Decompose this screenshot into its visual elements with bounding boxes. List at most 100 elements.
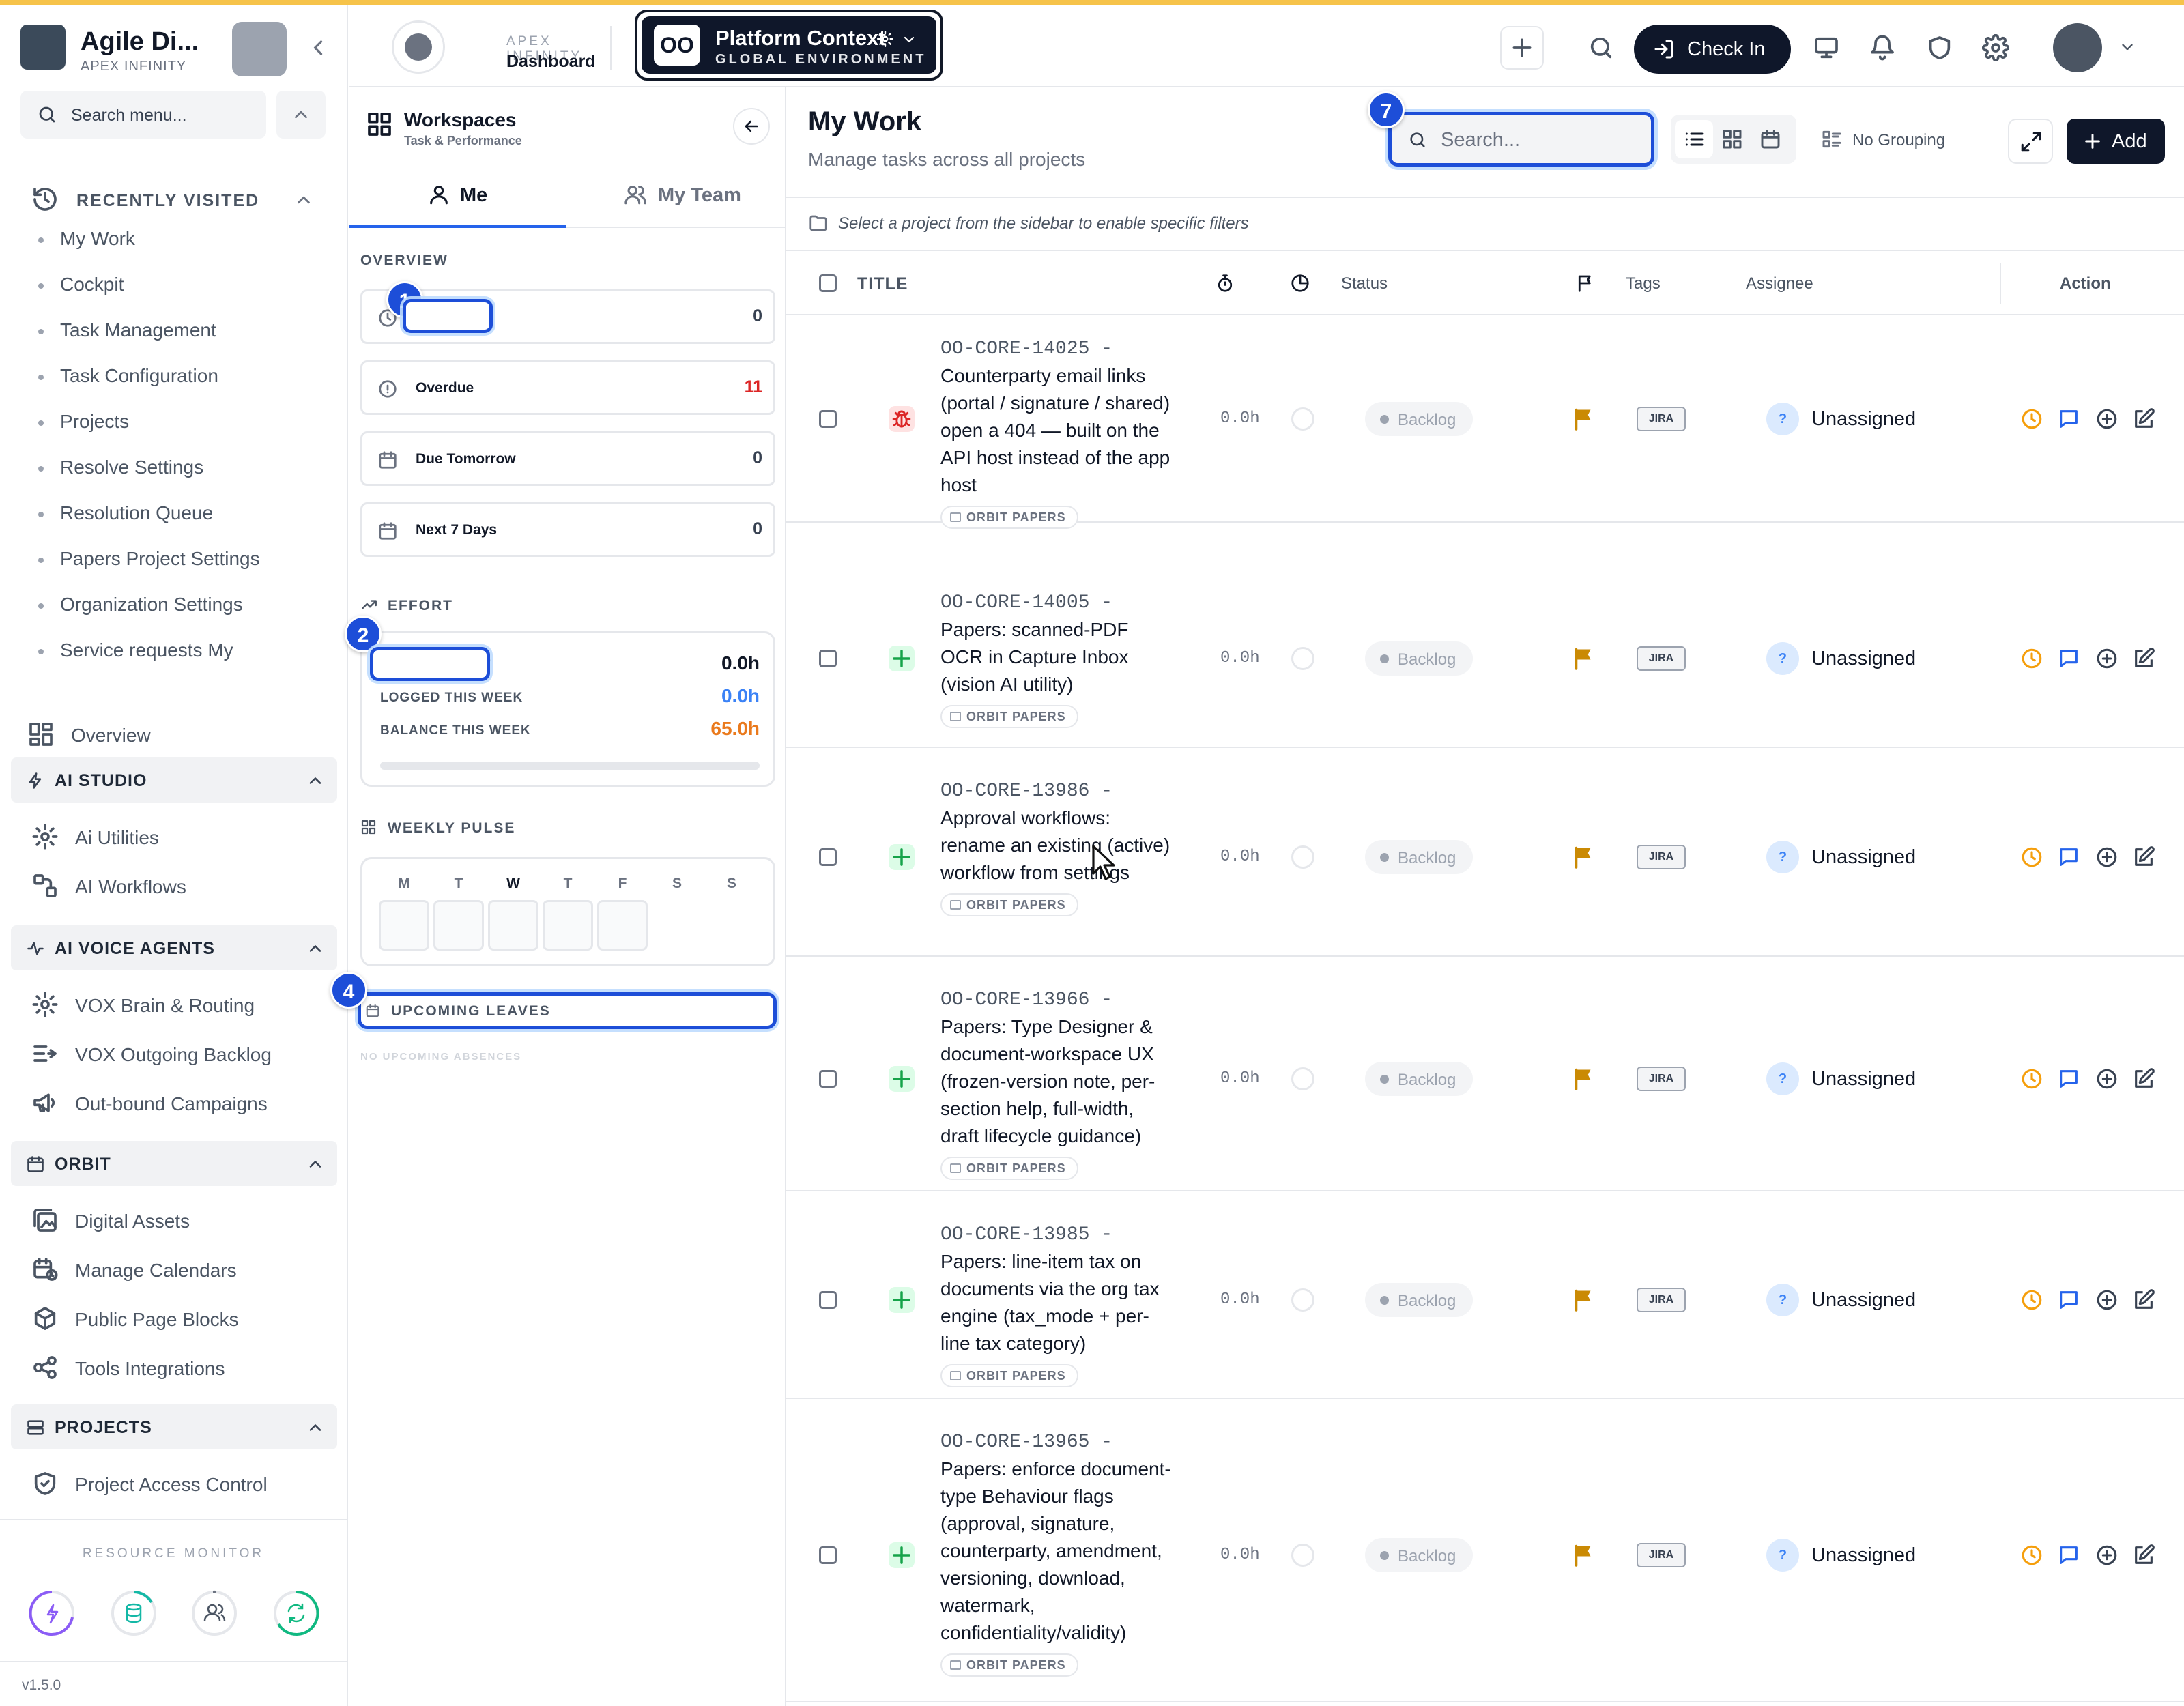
upcoming-leaves-header[interactable]: UPCOMING LEAVES <box>358 992 777 1029</box>
priority-flag-icon[interactable] <box>1571 405 1596 433</box>
status-badge[interactable]: Backlog <box>1365 1062 1473 1096</box>
expand-button[interactable] <box>2008 119 2053 164</box>
log-time-clock-icon[interactable] <box>2020 1067 2043 1090</box>
log-time-clock-icon[interactable] <box>2020 647 2043 670</box>
sidebar-item[interactable]: AI Workflows <box>31 867 332 905</box>
tab-me[interactable]: Me <box>349 162 566 228</box>
task-title-cell[interactable]: OO-CORE-13986 - Approval workflows: renam… <box>940 781 1173 916</box>
recent-item[interactable]: Cockpit <box>38 274 124 295</box>
task-title-cell[interactable]: OO-CORE-14005 - Papers: scanned-PDF OCR i… <box>940 592 1173 728</box>
tag-badge[interactable]: JIRA <box>1637 1288 1686 1312</box>
comment-icon[interactable] <box>2057 1544 2080 1567</box>
tag-badge[interactable]: JIRA <box>1637 1543 1686 1567</box>
comment-icon[interactable] <box>2057 1067 2080 1090</box>
close-panel-button[interactable] <box>733 108 770 145</box>
tab-my-team[interactable]: My Team <box>566 162 784 228</box>
task-title-cell[interactable]: OO-CORE-13965 - Papers: enforce document-… <box>940 1432 1173 1677</box>
log-time-clock-icon[interactable] <box>2020 845 2043 869</box>
platform-context-selector[interactable]: OO Platform Context GLOBAL ENVIRONMENT <box>635 10 943 81</box>
recent-item[interactable]: Organization Settings <box>38 594 243 616</box>
edit-icon[interactable] <box>2132 1544 2155 1567</box>
add-subtask-icon[interactable] <box>2095 647 2118 670</box>
pulse-day-cell[interactable] <box>379 900 429 951</box>
recent-item[interactable]: Task Configuration <box>38 365 218 387</box>
section-header-ai-voice-agents[interactable]: AI VOICE AGENTS <box>11 925 337 970</box>
assignee-name[interactable]: Unassigned <box>1811 408 1916 431</box>
assignee-avatar[interactable]: ? <box>1766 841 1799 873</box>
stopwatch-icon[interactable] <box>1215 273 1235 293</box>
comment-icon[interactable] <box>2057 647 2080 670</box>
assignee-name[interactable]: Unassigned <box>1811 1544 1916 1567</box>
edit-icon[interactable] <box>2132 647 2155 670</box>
tag-badge[interactable]: JIRA <box>1637 845 1686 869</box>
overview-row-next-7-days[interactable]: Next 7 Days 0 <box>360 502 775 557</box>
log-time-clock-icon[interactable] <box>2020 1288 2043 1312</box>
status-badge[interactable]: Backlog <box>1365 1283 1473 1317</box>
status-badge[interactable]: Backlog <box>1365 641 1473 676</box>
project-chip[interactable]: ORBIT PAPERS <box>940 893 1078 916</box>
grouping-selector[interactable]: No Grouping <box>1815 115 1966 164</box>
priority-flag-icon[interactable] <box>1571 1286 1596 1314</box>
edit-icon[interactable] <box>2132 1288 2155 1312</box>
sidebar-item[interactable]: Project Access Control <box>31 1464 332 1503</box>
recent-item[interactable]: My Work <box>38 228 135 250</box>
sidebar-item-overview[interactable]: Overview <box>27 715 328 753</box>
org-avatar[interactable] <box>232 22 287 76</box>
task-name[interactable]: Counterparty email links (portal / signa… <box>940 362 1173 499</box>
comment-icon[interactable] <box>2057 845 2080 869</box>
security-button[interactable] <box>1921 29 1959 67</box>
notifications-button[interactable] <box>1863 29 1901 67</box>
sidebar-item[interactable]: VOX Outgoing Backlog <box>31 1035 332 1073</box>
pulse-day-cell[interactable] <box>433 900 484 951</box>
menu-search-input[interactable]: Search menu... <box>20 91 266 139</box>
sidebar-item[interactable]: Manage Calendars <box>31 1250 332 1288</box>
column-header-assignee[interactable]: Assignee <box>1746 274 1813 293</box>
sidebar-item[interactable]: VOX Brain & Routing <box>31 985 332 1024</box>
project-chip[interactable]: ORBIT PAPERS <box>940 1157 1078 1180</box>
add-subtask-icon[interactable] <box>2095 1288 2118 1312</box>
task-name[interactable]: Papers: enforce document-type Behaviour … <box>940 1456 1173 1647</box>
select-all-checkbox[interactable] <box>819 274 837 292</box>
priority-flag-icon[interactable] <box>1571 1542 1596 1569</box>
task-name[interactable]: Papers: scanned-PDF OCR in Capture Inbox… <box>940 616 1173 698</box>
project-chip[interactable]: ORBIT PAPERS <box>940 705 1078 728</box>
row-checkbox[interactable] <box>819 410 837 428</box>
column-header-title[interactable]: TITLE <box>857 274 908 294</box>
brand-header[interactable]: Agile Di... APEX INFINITY <box>20 19 334 81</box>
assignee-name[interactable]: Unassigned <box>1811 1068 1916 1090</box>
add-subtask-icon[interactable] <box>2095 1067 2118 1090</box>
log-time-clock-icon[interactable] <box>2020 1544 2043 1567</box>
edit-icon[interactable] <box>2132 407 2155 431</box>
grid-view-button[interactable] <box>1713 120 1751 158</box>
overview-row-due-tomorrow[interactable]: Due Tomorrow 0 <box>360 431 775 486</box>
progress-pie-icon[interactable] <box>1290 273 1310 293</box>
pulse-day-cell[interactable] <box>597 900 648 951</box>
database-gauge[interactable] <box>109 1589 158 1638</box>
task-name[interactable]: Papers: line-item tax on documents via t… <box>940 1248 1173 1357</box>
assignee-avatar[interactable]: ? <box>1766 1062 1799 1095</box>
menu-collapse-toggle[interactable] <box>276 91 326 139</box>
status-badge[interactable]: Backlog <box>1365 402 1473 436</box>
edit-icon[interactable] <box>2132 1067 2155 1090</box>
task-title-cell[interactable]: OO-CORE-13966 - Papers: Type Designer & d… <box>940 989 1173 1180</box>
assignee-name[interactable]: Unassigned <box>1811 1289 1916 1312</box>
recent-item[interactable]: Resolve Settings <box>38 457 203 478</box>
sidebar-item[interactable]: Digital Assets <box>31 1201 332 1239</box>
log-time-clock-icon[interactable] <box>2020 407 2043 431</box>
sidebar-item[interactable]: Out-bound Campaigns <box>31 1084 332 1122</box>
flag-icon[interactable] <box>1575 273 1596 293</box>
status-badge[interactable]: Backlog <box>1365 840 1473 874</box>
check-in-button[interactable]: Check In <box>1634 25 1791 74</box>
add-subtask-icon[interactable] <box>2095 1544 2118 1567</box>
comment-icon[interactable] <box>2057 407 2080 431</box>
table-row[interactable]: OO-CORE-13965 - Papers: enforce document-… <box>786 1408 2184 1702</box>
recent-item[interactable]: Task Management <box>38 319 216 341</box>
overview-row-overdue[interactable]: Overdue 11 <box>360 360 775 415</box>
recent-item[interactable]: Resolution Queue <box>38 502 213 524</box>
pulse-day-cell[interactable] <box>543 900 593 951</box>
add-subtask-icon[interactable] <box>2095 407 2118 431</box>
pulse-day-cell[interactable] <box>488 900 538 951</box>
row-checkbox[interactable] <box>819 1070 837 1088</box>
status-badge[interactable]: Backlog <box>1365 1538 1473 1572</box>
recent-item[interactable]: Papers Project Settings <box>38 548 260 570</box>
